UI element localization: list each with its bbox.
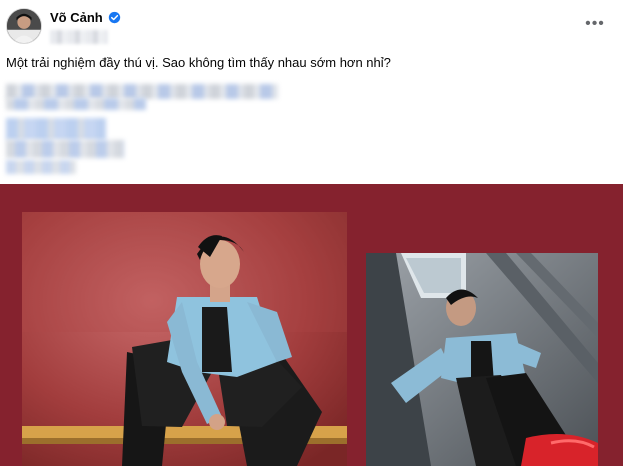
post-text: Một trải nghiệm đầy thú vị. Sao không tì… xyxy=(6,55,391,70)
redacted-text-line xyxy=(6,160,76,174)
more-options-icon[interactable]: ••• xyxy=(585,14,605,34)
post-meta-redacted xyxy=(50,30,108,44)
photo-panel[interactable] xyxy=(0,184,623,466)
redacted-text-line xyxy=(6,140,124,158)
avatar[interactable] xyxy=(6,8,42,44)
author-name[interactable]: Võ Cảnh xyxy=(50,10,103,25)
redacted-text-line xyxy=(6,118,106,140)
post-header: Võ Cảnh ••• xyxy=(0,0,623,52)
redacted-text-line xyxy=(6,84,278,99)
photo-seated-pose[interactable] xyxy=(22,212,347,466)
author-row: Võ Cảnh xyxy=(50,10,121,25)
verified-badge-icon xyxy=(108,11,120,24)
photo-low-angle-pose[interactable] xyxy=(366,253,598,466)
redacted-text-line xyxy=(6,98,146,110)
